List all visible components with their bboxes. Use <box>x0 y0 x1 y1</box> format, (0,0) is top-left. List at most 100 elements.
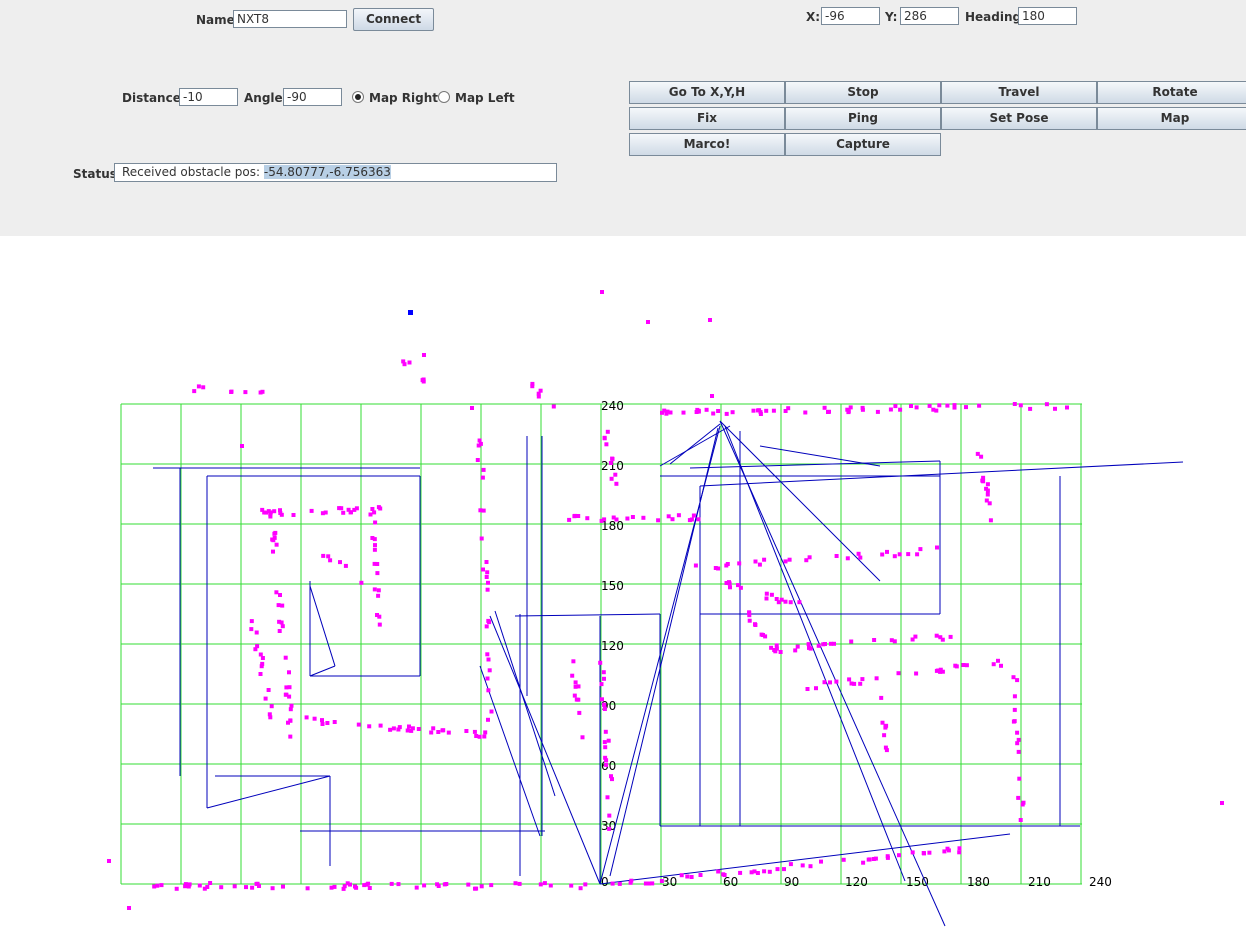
obstacle-point <box>613 472 618 477</box>
map-button[interactable]: Map <box>1097 107 1246 130</box>
obstacle-point <box>898 407 903 412</box>
obstacle-point <box>874 676 879 681</box>
fix-button[interactable]: Fix <box>629 107 785 130</box>
obstacle-point <box>263 696 268 701</box>
obstacle-point <box>487 668 492 673</box>
obstacle-point <box>681 410 686 415</box>
obstacle-point <box>935 545 939 550</box>
obstacle-point <box>885 854 890 859</box>
obstacle-point <box>985 488 990 493</box>
obstacle-point <box>208 881 213 885</box>
connect-button[interactable]: Connect <box>353 8 434 31</box>
y-label: Y: <box>885 10 898 24</box>
obstacle-point <box>271 549 275 554</box>
travel-button[interactable]: Travel <box>941 81 1097 104</box>
map-right-radio[interactable] <box>352 91 364 103</box>
obstacle-point <box>414 885 419 890</box>
x-label: X: <box>806 10 821 24</box>
stop-button[interactable]: Stop <box>785 81 941 104</box>
y-field[interactable] <box>900 7 959 25</box>
obstacle-point <box>431 726 436 731</box>
obstacle-point <box>486 580 490 585</box>
obstacle-point <box>373 543 377 548</box>
obstacle-point <box>764 408 769 413</box>
obstacle-point <box>466 882 471 887</box>
obstacle-point <box>602 702 607 707</box>
obstacle-point <box>767 869 772 874</box>
obstacle-point <box>389 881 394 886</box>
obstacle-point <box>174 886 179 891</box>
angle-field[interactable] <box>283 88 342 106</box>
status-field[interactable]: Received obstacle pos: -54.80777,-6.7563… <box>114 163 557 182</box>
obstacle-point <box>281 884 285 889</box>
obstacle-point <box>646 320 650 324</box>
obstacle-point <box>931 407 936 412</box>
obstacle-point <box>910 850 915 855</box>
obstacle-point <box>219 885 224 890</box>
obstacle-point <box>629 878 634 883</box>
obstacle-point <box>372 537 377 542</box>
obstacle-point <box>1015 741 1020 746</box>
path-segment <box>659 425 731 467</box>
map-left-label: Map Left <box>455 91 515 105</box>
heading-field[interactable] <box>1018 7 1077 25</box>
x-field[interactable] <box>821 7 880 25</box>
obstacle-point <box>489 883 494 888</box>
obstacle-point <box>376 588 381 593</box>
map-left-radio[interactable] <box>438 91 450 103</box>
obstacle-point <box>326 554 331 559</box>
obstacle-point <box>338 560 342 565</box>
capture-button[interactable]: Capture <box>785 133 941 156</box>
obstacle-point <box>489 709 494 714</box>
obstacle-point <box>609 476 614 481</box>
rotate-button[interactable]: Rotate <box>1097 81 1246 104</box>
obstacle-point <box>375 613 379 617</box>
obstacle-point <box>376 593 381 598</box>
path-segment <box>514 613 661 617</box>
obstacle-point <box>880 720 885 725</box>
control-panel: Name Connect X: Y: Heading: Distance: An… <box>0 0 1246 236</box>
obstacle-point <box>643 881 648 886</box>
obstacle-point <box>779 597 784 602</box>
obstacle-point <box>270 537 275 542</box>
obstacle-point <box>753 559 758 564</box>
map-canvas[interactable]: 0 30 60 90 120 150 180 210 240 30609012015018021… <box>0 236 1246 930</box>
path-segment <box>309 585 336 667</box>
obstacle-point <box>738 870 743 875</box>
ping-button[interactable]: Ping <box>785 107 941 130</box>
obstacle-point <box>183 882 188 887</box>
obstacle-point <box>155 883 160 888</box>
obstacle-point <box>279 512 284 517</box>
obstacle-point <box>888 407 893 412</box>
obstacle-point <box>1012 402 1017 406</box>
obstacle-point <box>278 508 282 513</box>
path-segment <box>719 420 946 927</box>
path-segment <box>719 420 881 582</box>
obstacle-point <box>762 869 767 874</box>
obstacle-point <box>484 560 489 564</box>
distance-field[interactable] <box>179 88 238 106</box>
obstacle-point <box>985 492 990 497</box>
obstacle-point <box>882 733 887 738</box>
obstacle-point <box>486 618 491 623</box>
marco-button[interactable]: Marco! <box>629 133 785 156</box>
obstacle-point <box>580 735 585 740</box>
go-to-xyh-button[interactable]: Go To X,Y,H <box>629 81 785 104</box>
obstacle-point <box>872 638 877 642</box>
obstacle-point <box>693 563 698 568</box>
distance-label: Distance: <box>122 91 186 105</box>
obstacle-point <box>751 408 756 413</box>
obstacle-point <box>897 853 901 858</box>
obstacle-point <box>572 514 577 519</box>
obstacle-point <box>407 724 411 729</box>
obstacle-point <box>260 507 265 512</box>
obstacle-point <box>373 520 378 525</box>
obstacle-point <box>192 389 197 394</box>
obstacle-point <box>704 407 709 412</box>
obstacle-point <box>328 558 333 563</box>
obstacle-point <box>834 554 839 558</box>
obstacle-point <box>362 883 367 888</box>
set-pose-button[interactable]: Set Pose <box>941 107 1097 130</box>
obstacle-point <box>793 648 798 653</box>
name-field[interactable] <box>233 10 347 28</box>
